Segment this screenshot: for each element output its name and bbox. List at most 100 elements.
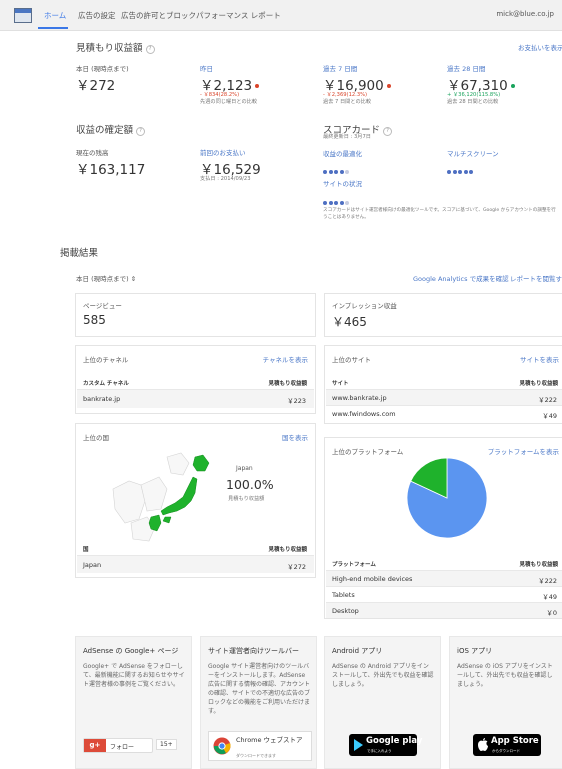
tab-ad-settings[interactable]: 広告の設定: [78, 10, 116, 21]
follower-count: 15+: [156, 739, 177, 750]
gplus-promo-card: AdSense の Google+ ページ Google+ で AdSense …: [75, 636, 192, 769]
last-payment-value: ￥16,529: [200, 162, 261, 178]
yesterday-label[interactable]: 昨日: [200, 63, 213, 73]
paid-date: 支払日 : 2014/09/23: [200, 176, 251, 182]
top-platforms-card: 上位のプラットフォーム プラットフォームを表示 プラットフォーム 見積もり収益額…: [324, 437, 562, 619]
trend-down-icon: [255, 84, 260, 88]
chrome-icon: [213, 737, 231, 755]
pageviews-value: 585: [83, 313, 106, 327]
google-play-badge[interactable]: Google play で手に入れよう: [349, 734, 422, 756]
countries-title: 上位の国: [83, 434, 109, 442]
tab-performance[interactable]: パフォーマンス レポート: [196, 10, 281, 21]
last28-compare: 過去 28 日間との比較: [447, 99, 499, 105]
google-play-sub: で手に入れよう: [367, 749, 392, 753]
last7-label[interactable]: 過去 7 日間: [323, 63, 357, 73]
pageviews-label: ページビュー: [83, 302, 122, 310]
app-store-badge[interactable]: App Store からダウンロード: [473, 734, 541, 756]
tab-home[interactable]: ホーム: [44, 10, 66, 21]
platform-value: ￥49: [542, 593, 557, 601]
impression-revenue-value: ￥465: [332, 315, 367, 329]
trend-down-icon: [386, 84, 391, 88]
top-sites-card: 上位のサイト サイトを表示 サイト 見積もり収益額 www.bankrate.j…: [324, 345, 562, 424]
android-title: Android アプリ: [332, 647, 383, 655]
last7-change: - ￥2,369(12.3%): [323, 92, 368, 98]
results-title: 掲載結果: [60, 248, 99, 259]
channel-name: bankrate.jp: [83, 395, 121, 403]
multiscreen-label[interactable]: マルチスクリーン: [447, 148, 499, 158]
country-value: ￥272: [287, 563, 306, 571]
top-channels-card: 上位のチャネル チャネルを表示 カスタム チャネル 見積もり収益額 bankra…: [75, 345, 316, 414]
table-row[interactable]: www.fwindows.com ￥49: [326, 405, 562, 422]
channels-title: 上位のチャネル: [83, 356, 129, 364]
toolbar-title: サイト運営者向けツールバー: [208, 647, 299, 655]
revenue-opt-label[interactable]: 収益の最適化: [323, 148, 362, 158]
channels-col-value: 見積もり収益額: [268, 381, 307, 387]
last28-value: ￥67,310: [447, 74, 515, 94]
map-percent: 100.0%: [226, 477, 274, 492]
apple-icon: [478, 738, 488, 751]
tab-allow-block[interactable]: 広告の許可とブロック: [121, 10, 196, 21]
account-email[interactable]: mick@blue.co.jp: [496, 10, 554, 18]
yesterday-change: - ￥834(28.2%): [200, 92, 240, 98]
balance-value: ￥163,117: [76, 162, 146, 178]
japan-map: [112, 452, 210, 542]
balance-label: 現在の残高: [76, 149, 109, 157]
gplus-follow-button[interactable]: g+ フォロー: [83, 738, 153, 753]
report-link[interactable]: レポートを閲覧する: [510, 273, 562, 283]
last7-compare: 過去 7 日間との比較: [323, 99, 372, 105]
country-name: Japan: [83, 561, 102, 569]
gplus-icon: g+: [84, 739, 106, 752]
trend-up-icon: [510, 84, 515, 88]
last28-change: + ￥36,120(115.8%): [447, 92, 501, 98]
table-row[interactable]: High-end mobile devices ￥222: [326, 570, 562, 586]
platforms-title: 上位のプラットフォーム: [332, 448, 404, 456]
today-value: ￥272: [76, 78, 116, 94]
last7-value: ￥16,900: [323, 74, 391, 94]
help-icon: ?: [136, 127, 146, 136]
channels-col-name: カスタム チャネル: [83, 381, 129, 387]
sites-col-value: 見積もり収益額: [519, 381, 558, 387]
help-icon: ?: [145, 45, 155, 54]
table-row[interactable]: Tablets ￥49: [326, 586, 562, 602]
chrome-store-sub: ダウンロードできます: [236, 753, 276, 758]
dropdown-arrow-icon: ⇕: [130, 275, 137, 283]
countries-col-name: 国: [83, 547, 89, 553]
sites-title: 上位のサイト: [332, 356, 371, 364]
site-value: ￥222: [538, 396, 557, 404]
adsense-logo[interactable]: [14, 8, 32, 23]
platform-pie-chart: [406, 457, 488, 539]
today-label: 本日 (現時点まで): [76, 65, 129, 73]
table-row[interactable]: bankrate.jp ￥223: [77, 389, 314, 408]
play-icon: [354, 739, 363, 751]
platform-name: High-end mobile devices: [332, 575, 413, 583]
impression-revenue-card: インプレッション収益 ￥465: [324, 293, 562, 337]
platform-name: Tablets: [332, 591, 355, 599]
last28-label[interactable]: 過去 28 日間: [447, 63, 485, 73]
ios-text: AdSense の iOS アプリをインストールして、外出先でも収益を確認しまし…: [457, 663, 553, 688]
impression-revenue-label: インプレッション収益: [332, 302, 397, 310]
android-promo-card: Android アプリ AdSense の Android アプリをインストール…: [324, 636, 441, 769]
view-sites-link[interactable]: サイトを表示: [520, 354, 559, 364]
table-row[interactable]: Japan ￥272: [77, 555, 314, 573]
site-health-label[interactable]: サイトの状況: [323, 178, 362, 188]
chrome-store-label: Chrome ウェブストア: [236, 736, 303, 744]
map-country: Japan: [236, 465, 253, 472]
gplus-text: Google+ で AdSense をフォローして、最新機能に関するお知らせやサ…: [83, 663, 185, 688]
view-platforms-link[interactable]: プラットフォームを表示: [488, 446, 559, 456]
last-payment-label[interactable]: 前回のお支払い: [200, 147, 246, 157]
table-row[interactable]: www.bankrate.jp ￥222: [326, 389, 562, 405]
chrome-store-badge[interactable]: Chrome ウェブストア ダウンロードできます: [208, 731, 312, 761]
view-channels-link[interactable]: チャネルを表示: [263, 354, 308, 364]
platform-value: ￥222: [538, 577, 557, 585]
finalized-title: 収益の確定額?: [76, 122, 146, 136]
countries-col-value: 見積もり収益額: [268, 547, 307, 553]
follow-label: フォロー: [110, 744, 135, 751]
sites-col-name: サイト: [332, 381, 349, 387]
ios-title: iOS アプリ: [457, 647, 493, 655]
view-payments-link[interactable]: お支払いを表示: [518, 42, 562, 52]
table-row[interactable]: Desktop ￥0: [326, 602, 562, 618]
date-range-selector[interactable]: 本日 (現時点まで) ⇕: [76, 273, 136, 283]
toolbar-text: Google サイト運営者向けのツールバーをインストールします。AdSense …: [208, 663, 311, 715]
view-countries-link[interactable]: 国を表示: [282, 432, 308, 442]
analytics-link[interactable]: Google Analytics で成果を確認: [413, 273, 509, 283]
